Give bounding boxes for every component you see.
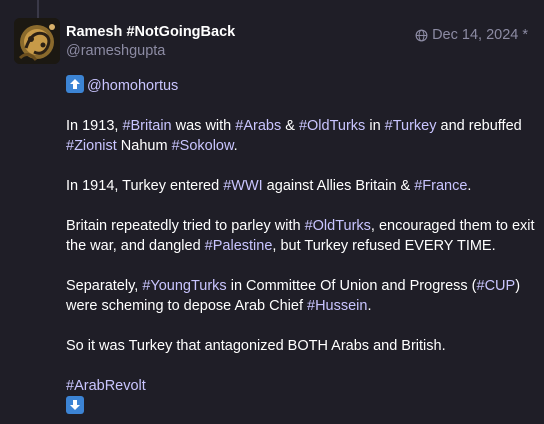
hashtag-link[interactable]: #Turkey xyxy=(385,118,437,134)
text: in xyxy=(365,118,385,134)
text: In 1913, xyxy=(66,118,123,134)
text: Separately, xyxy=(66,278,143,294)
paragraph-4: Separately, #YoungTurks in Committee Of … xyxy=(66,276,536,316)
hashtag-link[interactable]: #Hussein xyxy=(307,298,367,314)
up-arrow-emoji-icon xyxy=(66,75,84,93)
hashtag-link[interactable]: #WWI xyxy=(223,178,262,194)
text: against Allies Britain & xyxy=(262,178,415,194)
post-meta[interactable]: Dec 14, 2024 * xyxy=(415,26,528,44)
text: . xyxy=(233,138,238,154)
hashtag-link[interactable]: #YoungTurks xyxy=(142,278,226,294)
text: & xyxy=(281,118,299,134)
paragraph-5: So it was Turkey that antagonized BOTH A… xyxy=(66,336,536,356)
text: , but Turkey refused EVERY TIME. xyxy=(272,238,496,254)
hashtag-link[interactable]: #Arabs xyxy=(235,118,281,134)
avatar[interactable] xyxy=(14,18,60,64)
text: . xyxy=(467,178,472,194)
paragraph-1: In 1913, #Britain was with #Arabs & #Old… xyxy=(66,116,536,156)
paragraph-6: #ArabRevolt xyxy=(66,376,536,417)
hashtag-link[interactable]: #Britain xyxy=(122,118,171,134)
author-handle[interactable]: @rameshgupta xyxy=(66,41,530,61)
hashtag-link[interactable]: #France xyxy=(414,178,467,194)
text: So it was Turkey that antagonized BOTH A… xyxy=(66,338,446,354)
edited-marker: * xyxy=(522,27,528,43)
text: . xyxy=(367,298,372,314)
hashtag-link[interactable]: #OldTurks xyxy=(305,218,371,234)
hashtag-link[interactable]: #ArabRevolt xyxy=(66,378,146,394)
down-arrow-emoji-icon xyxy=(66,396,84,414)
thread-connector-line xyxy=(37,0,39,18)
post-content: @homohortus In 1913, #Britain was with #… xyxy=(66,75,536,419)
hashtag-link[interactable]: #Palestine xyxy=(205,238,273,254)
text: in Committee Of Union and Progress ( xyxy=(226,278,477,294)
hashtag-link[interactable]: #Sokolow xyxy=(172,138,234,154)
paragraph-2: In 1914, Turkey entered #WWI against All… xyxy=(66,176,536,196)
text: Britain repeatedly tried to parley with xyxy=(66,218,305,234)
text: and rebuffed xyxy=(436,118,522,134)
hashtag-link[interactable]: #Zionist xyxy=(66,138,117,154)
post-date[interactable]: Dec 14, 2024 xyxy=(432,26,518,44)
status-post: Ramesh #NotGoingBack @rameshgupta Dec 14… xyxy=(0,0,544,424)
hashtag-link[interactable]: #OldTurks xyxy=(299,118,365,134)
text: In 1914, Turkey entered xyxy=(66,178,224,194)
mention-link[interactable]: @homohortus xyxy=(87,78,178,94)
paragraph-3: Britain repeatedly tried to parley with … xyxy=(66,216,536,256)
text: was with xyxy=(171,118,236,134)
avatar-image xyxy=(14,18,60,64)
reply-line: @homohortus xyxy=(66,75,536,96)
globe-icon xyxy=(415,29,428,41)
text: Nahum xyxy=(116,138,172,154)
hashtag-link[interactable]: #CUP xyxy=(477,278,516,294)
